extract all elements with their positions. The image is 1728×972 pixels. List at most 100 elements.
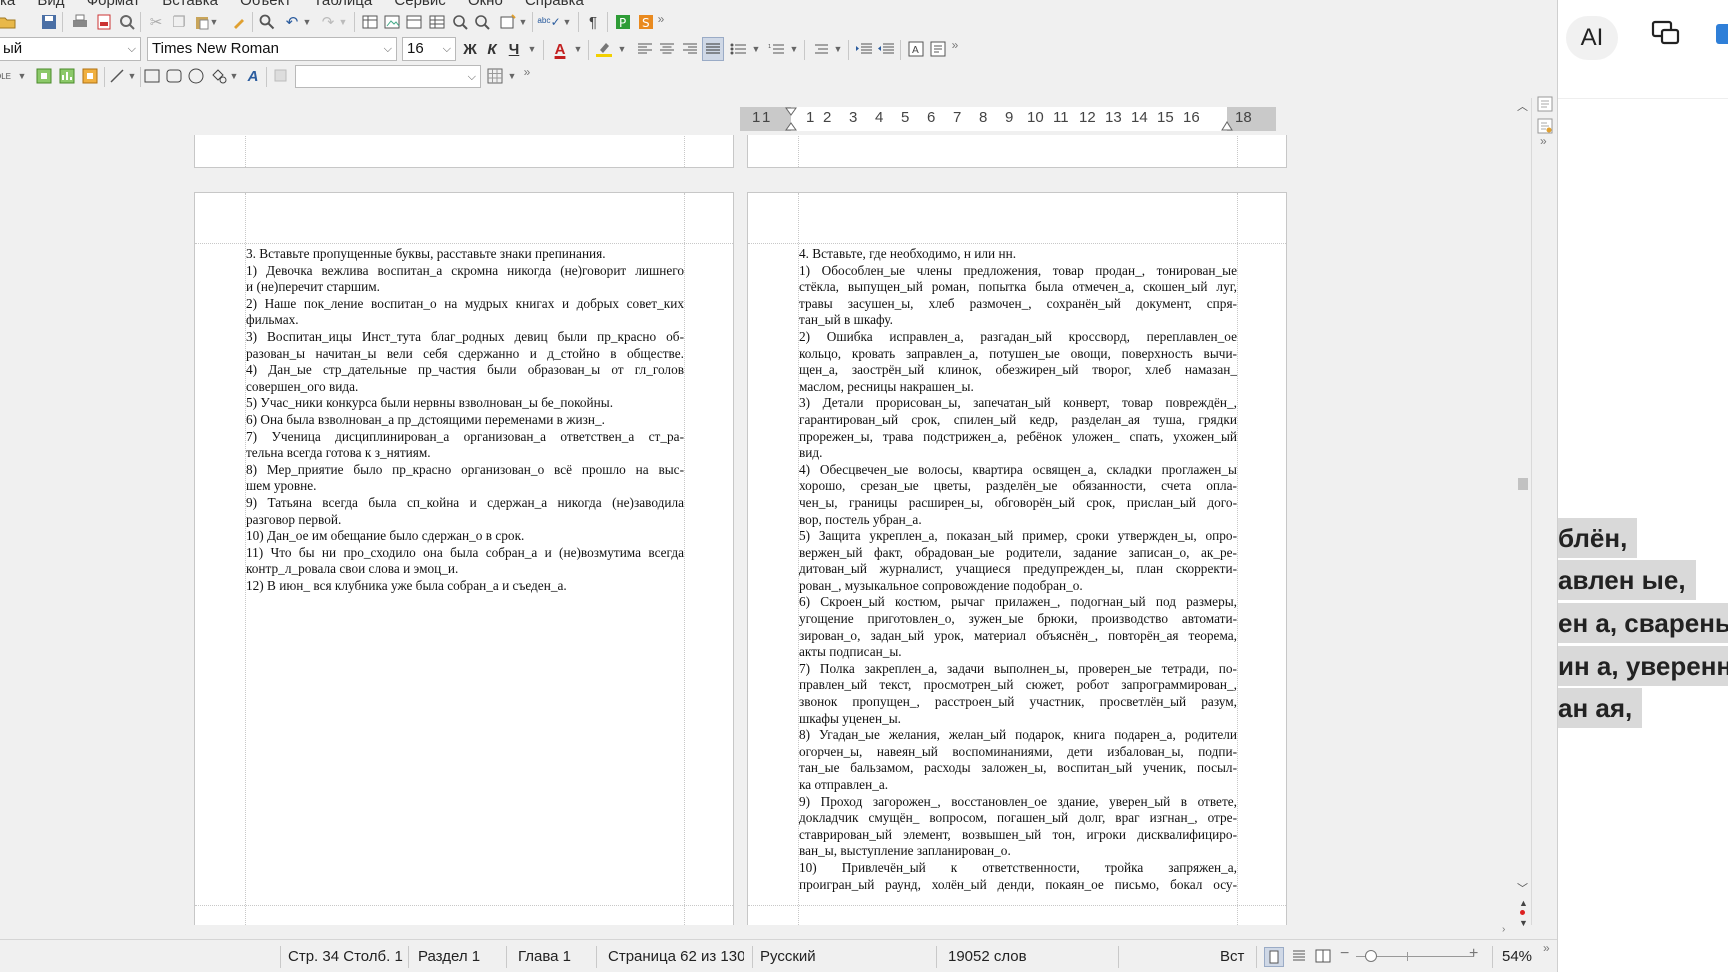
page-right[interactable]: 4. Вставьте, где необходимо, н или нн. 1… <box>747 192 1287 925</box>
status-page-count[interactable]: Страница 62 из 130 <box>608 948 744 965</box>
ellipse-icon[interactable] <box>187 65 205 87</box>
ole-dropdown-icon[interactable]: ▼ <box>16 65 28 87</box>
insert-field-dropdown-icon[interactable]: ▼ <box>518 11 528 33</box>
undo-icon[interactable]: ↶ <box>282 11 302 33</box>
font-color-button[interactable]: A <box>550 38 570 60</box>
borders-dropdown-icon[interactable]: ▼ <box>506 65 518 87</box>
line-icon[interactable] <box>108 65 126 87</box>
copy-icon[interactable]: ❐ <box>168 11 190 33</box>
zoom-icon[interactable] <box>450 11 470 33</box>
styles-icon[interactable] <box>1537 118 1553 134</box>
navigate-icon[interactable] <box>1520 910 1525 915</box>
align-center-icon[interactable] <box>657 38 677 60</box>
scroll-up-icon[interactable]: ︿ <box>1517 98 1528 114</box>
numbered-list-dropdown-icon[interactable]: ▼ <box>788 38 800 60</box>
numbered-list-icon[interactable]: 1 <box>766 38 786 60</box>
increase-indent-icon[interactable] <box>854 38 874 60</box>
toolbar-overflow-icon[interactable]: » <box>948 34 962 56</box>
justify-icon[interactable] <box>702 37 724 61</box>
indent-marker-icon[interactable] <box>784 107 798 131</box>
basic-shapes-dropdown-icon[interactable]: ▼ <box>228 65 240 87</box>
outline-dropdown-icon[interactable]: ▼ <box>832 38 844 60</box>
sidebar-expand-icon[interactable]: » <box>1540 134 1547 148</box>
insert-chart-icon[interactable] <box>404 11 424 33</box>
line-dropdown-icon[interactable]: ▼ <box>126 65 138 87</box>
status-word-count[interactable]: 19052 слов <box>948 948 1027 965</box>
page-left[interactable]: 3. Вставьте пропущенные буквы, расставьт… <box>194 192 734 925</box>
insert-image-icon[interactable] <box>382 11 402 33</box>
single-page-view-icon[interactable] <box>1264 947 1284 967</box>
edge-icon[interactable] <box>1714 18 1728 50</box>
underline-dropdown-icon[interactable]: ▼ <box>526 38 538 60</box>
fontwork-icon[interactable]: A <box>244 65 262 87</box>
status-overflow-icon[interactable]: » <box>1543 941 1550 955</box>
underline-button[interactable]: Ч <box>504 38 524 60</box>
scrollbar-thumb[interactable] <box>1518 478 1528 490</box>
bold-button[interactable]: Ж <box>460 38 480 60</box>
align-right-icon[interactable] <box>680 38 700 60</box>
scroll-right-icon[interactable]: › <box>1502 924 1505 935</box>
print-icon[interactable] <box>69 11 91 33</box>
menu-window[interactable]: Окно <box>468 0 503 8</box>
menu-help[interactable]: Справка <box>525 0 584 8</box>
redo-icon[interactable]: ↷ <box>318 11 338 33</box>
vertical-scrollbar[interactable]: ︿ ﹀ ▲ ▼ <box>1515 98 1531 928</box>
ole-object-icon[interactable]: OLE <box>0 65 12 87</box>
paragraph-dialog-icon[interactable] <box>928 38 948 60</box>
bullet-list-dropdown-icon[interactable]: ▼ <box>750 38 762 60</box>
spellcheck-icon[interactable]: ᵃᵇᶜ✓ <box>537 11 560 33</box>
previous-page-icon[interactable]: ▲ <box>1519 898 1528 908</box>
formatting-marks-icon[interactable]: ¶ <box>583 11 603 33</box>
export-pdf-icon[interactable] <box>93 11 115 33</box>
zoom-in-icon[interactable]: + <box>1469 945 1478 963</box>
menu-tools[interactable]: Сервис <box>394 0 445 8</box>
menu-view[interactable]: Вид <box>37 0 64 8</box>
italic-button[interactable]: К <box>482 38 502 60</box>
font-size-combo[interactable]: 16 ⌵ <box>402 37 456 61</box>
horizontal-ruler[interactable]: 1 1 1 2 3 4 5 6 7 8 9 10 11 12 13 14 15 … <box>740 107 1276 131</box>
rounded-rectangle-icon[interactable] <box>165 65 183 87</box>
find-icon[interactable] <box>256 11 278 33</box>
paragraph-style-combo[interactable]: ый ⌵ <box>0 37 141 61</box>
p-extension-icon[interactable]: P <box>613 11 633 33</box>
frame-icon[interactable] <box>34 65 54 87</box>
print-preview-icon[interactable] <box>116 11 138 33</box>
paste-dropdown-icon[interactable]: ▼ <box>208 11 220 33</box>
next-page-icon[interactable]: ▼ <box>1519 918 1528 928</box>
document-area[interactable]: 3. Вставьте пропущенные буквы, расставьт… <box>0 135 1515 925</box>
insert-textbox-icon[interactable] <box>427 11 447 33</box>
ai-button[interactable]: AI <box>1566 16 1618 60</box>
font-name-combo[interactable]: Times New Roman ⌵ <box>147 37 397 61</box>
basic-shapes-icon[interactable] <box>210 65 228 87</box>
character-dialog-icon[interactable]: A <box>906 38 926 60</box>
multi-page-view-icon[interactable] <box>1290 947 1310 967</box>
insert-field-icon[interactable] <box>497 11 519 33</box>
status-insert-mode[interactable]: Вст <box>1220 948 1244 965</box>
s-extension-icon[interactable]: S <box>636 11 656 33</box>
toolbar-overflow-icon[interactable]: » <box>520 61 534 83</box>
save-icon[interactable] <box>38 11 60 33</box>
redo-dropdown-icon[interactable]: ▼ <box>338 11 348 33</box>
borders-icon[interactable] <box>486 65 504 87</box>
zoom-slider-handle[interactable] <box>1365 950 1377 962</box>
menu-table[interactable]: Таблица <box>313 0 372 8</box>
menu-edit[interactable]: ка <box>0 0 15 8</box>
decrease-indent-icon[interactable] <box>876 38 896 60</box>
undo-dropdown-icon[interactable]: ▼ <box>302 11 312 33</box>
toggle-extrusion-icon[interactable] <box>272 65 290 87</box>
open-icon[interactable] <box>0 11 18 33</box>
toolbar-overflow-icon[interactable]: » <box>654 8 668 30</box>
status-zoom[interactable]: 54% <box>1502 948 1532 965</box>
outline-list-icon[interactable] <box>810 38 830 60</box>
menu-insert[interactable]: Вставка <box>162 0 218 8</box>
object-name-combo[interactable]: ⌵ <box>295 65 481 88</box>
formula-icon[interactable] <box>80 65 100 87</box>
rectangle-icon[interactable] <box>143 65 161 87</box>
spellcheck-dropdown-icon[interactable]: ▼ <box>562 11 572 33</box>
scroll-down-icon[interactable]: ﹀ <box>1517 880 1528 896</box>
menu-format[interactable]: Формат <box>87 0 140 8</box>
cut-icon[interactable]: ✂ <box>145 11 167 33</box>
highlight-icon[interactable] <box>594 38 614 60</box>
status-language[interactable]: Русский <box>760 948 816 965</box>
menu-object[interactable]: Объект <box>240 0 291 8</box>
